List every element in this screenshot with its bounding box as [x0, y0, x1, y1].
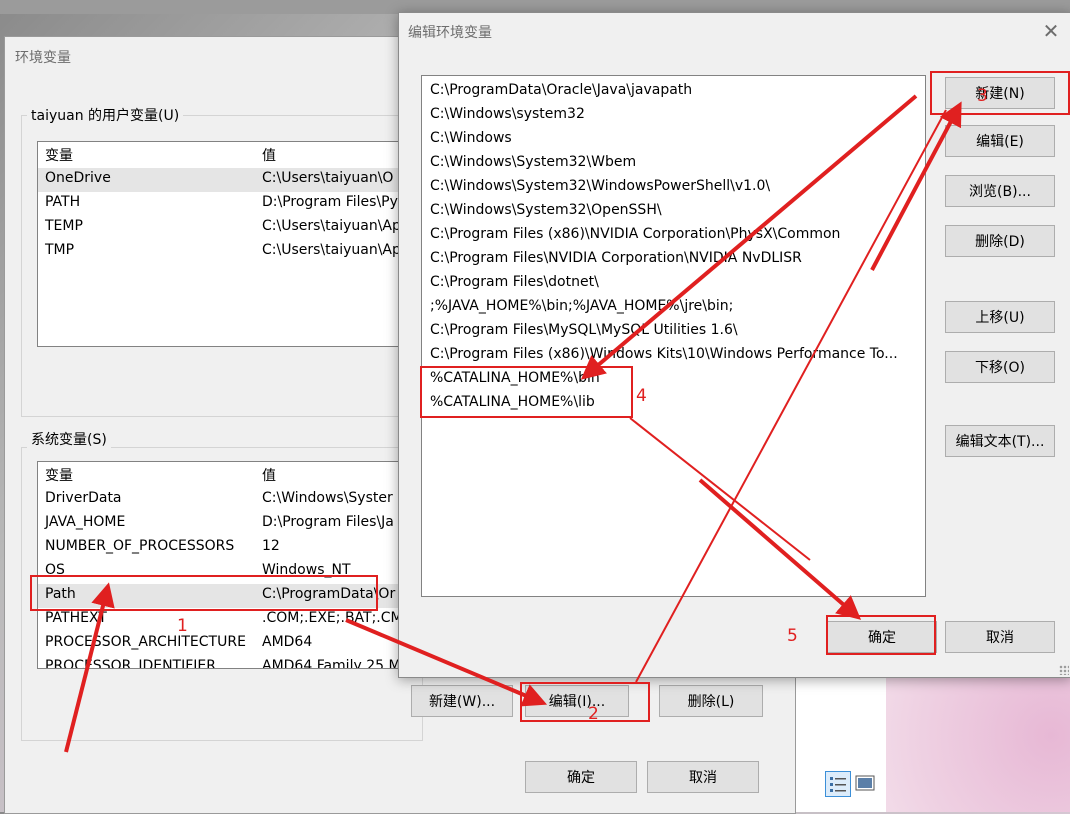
table-row[interactable]: JAVA_HOME D:\Program Files\Ja — [38, 512, 418, 536]
edit-environment-variable-dialog: 编辑环境变量 ✕ C:\ProgramData\Oracle\Java\java… — [398, 12, 1070, 678]
list-item[interactable]: C:\Program Files\MySQL\MySQL Utilities 1… — [430, 318, 738, 342]
list-item[interactable]: C:\Program Files (x86)\NVIDIA Corporatio… — [430, 222, 840, 246]
resize-grip[interactable] — [1059, 665, 1069, 675]
edit-path-button[interactable]: 编辑(E) — [945, 125, 1055, 157]
system-delete-button[interactable]: 删除(L) — [659, 685, 763, 717]
new-path-button[interactable]: 新建(N) — [945, 77, 1055, 109]
list-item[interactable]: C:\Windows\System32\Wbem — [430, 150, 636, 174]
table-row[interactable]: PROCESSOR_IDENTIFIER AMD64 Family 25 M — [38, 656, 418, 668]
browse-button[interactable]: 浏览(B)... — [945, 175, 1055, 207]
table-row[interactable]: NUMBER_OF_PROCESSORS 12 — [38, 536, 418, 560]
table-row[interactable]: OneDrive C:\Users\taiyuan\O — [38, 168, 418, 192]
list-item[interactable]: C:\Windows\System32\WindowsPowerShell\v1… — [430, 174, 770, 198]
list-item[interactable]: C:\Windows\System32\OpenSSH\ — [430, 198, 662, 222]
user-variables-list[interactable]: 变量 值 OneDrive C:\Users\taiyuan\O PATH D:… — [37, 141, 419, 347]
table-row-path[interactable]: Path C:\ProgramData\Or — [38, 584, 418, 608]
system-new-button[interactable]: 新建(W)... — [411, 685, 513, 717]
table-row[interactable]: PATH D:\Program Files\Py — [38, 192, 418, 216]
list-item[interactable]: ;%JAVA_HOME%\bin;%JAVA_HOME%\jre\bin; — [430, 294, 733, 318]
list-item[interactable]: %CATALINA_HOME%\lib — [430, 390, 595, 414]
list-item[interactable]: C:\Windows — [430, 126, 512, 150]
list-item[interactable]: C:\Windows\system32 — [430, 102, 585, 126]
table-row[interactable]: PROCESSOR_ARCHITECTURE AMD64 — [38, 632, 418, 656]
list-item[interactable]: C:\ProgramData\Oracle\Java\javapath — [430, 78, 692, 102]
table-row[interactable]: TEMP C:\Users\taiyuan\Ap — [38, 216, 418, 240]
table-row[interactable]: OS Windows_NT — [38, 560, 418, 584]
close-icon[interactable]: ✕ — [1039, 19, 1063, 43]
table-row[interactable]: DriverData C:\Windows\Syster — [38, 488, 418, 512]
list-item[interactable]: C:\Program Files (x86)\Windows Kits\10\W… — [430, 342, 898, 366]
column-header-variable[interactable]: 变量 — [45, 465, 73, 485]
dialog-title: 编辑环境变量 — [408, 25, 492, 41]
list-item[interactable]: %CATALINA_HOME%\bin — [430, 366, 600, 390]
list-header: 变量 值 — [38, 142, 418, 166]
delete-path-button[interactable]: 删除(D) — [945, 225, 1055, 257]
dialog-cancel-button[interactable]: 取消 — [945, 621, 1055, 653]
list-item[interactable]: C:\Program Files\NVIDIA Corporation\NVID… — [430, 246, 802, 270]
column-header-value[interactable]: 值 — [262, 465, 276, 485]
path-list[interactable]: C:\ProgramData\Oracle\Java\javapath C:\W… — [421, 75, 926, 597]
large-icons-view-icon[interactable] — [853, 771, 879, 797]
list-header: 变量 值 — [38, 462, 418, 486]
window-title: 环境变量 — [15, 50, 71, 66]
list-item[interactable]: C:\Program Files\dotnet\ — [430, 270, 599, 294]
column-header-value[interactable]: 值 — [262, 145, 276, 165]
system-variables-label: 系统变量(S) — [27, 429, 111, 449]
env-cancel-button[interactable]: 取消 — [647, 761, 759, 793]
system-variables-list[interactable]: 变量 值 DriverData C:\Windows\Syster JAVA_H… — [37, 461, 419, 669]
user-variables-label: taiyuan 的用户变量(U) — [27, 105, 184, 125]
edit-text-button[interactable]: 编辑文本(T)... — [945, 425, 1055, 457]
details-view-icon[interactable] — [825, 771, 851, 797]
env-ok-button[interactable]: 确定 — [525, 761, 637, 793]
system-edit-button[interactable]: 编辑(I)... — [525, 685, 629, 717]
table-row[interactable]: PATHEXT .COM;.EXE;.BAT;.CM — [38, 608, 418, 632]
move-up-button[interactable]: 上移(U) — [945, 301, 1055, 333]
table-row[interactable]: TMP C:\Users\taiyuan\Ap — [38, 240, 418, 264]
column-header-variable[interactable]: 变量 — [45, 145, 73, 165]
move-down-button[interactable]: 下移(O) — [945, 351, 1055, 383]
dialog-ok-button[interactable]: 确定 — [827, 621, 937, 653]
